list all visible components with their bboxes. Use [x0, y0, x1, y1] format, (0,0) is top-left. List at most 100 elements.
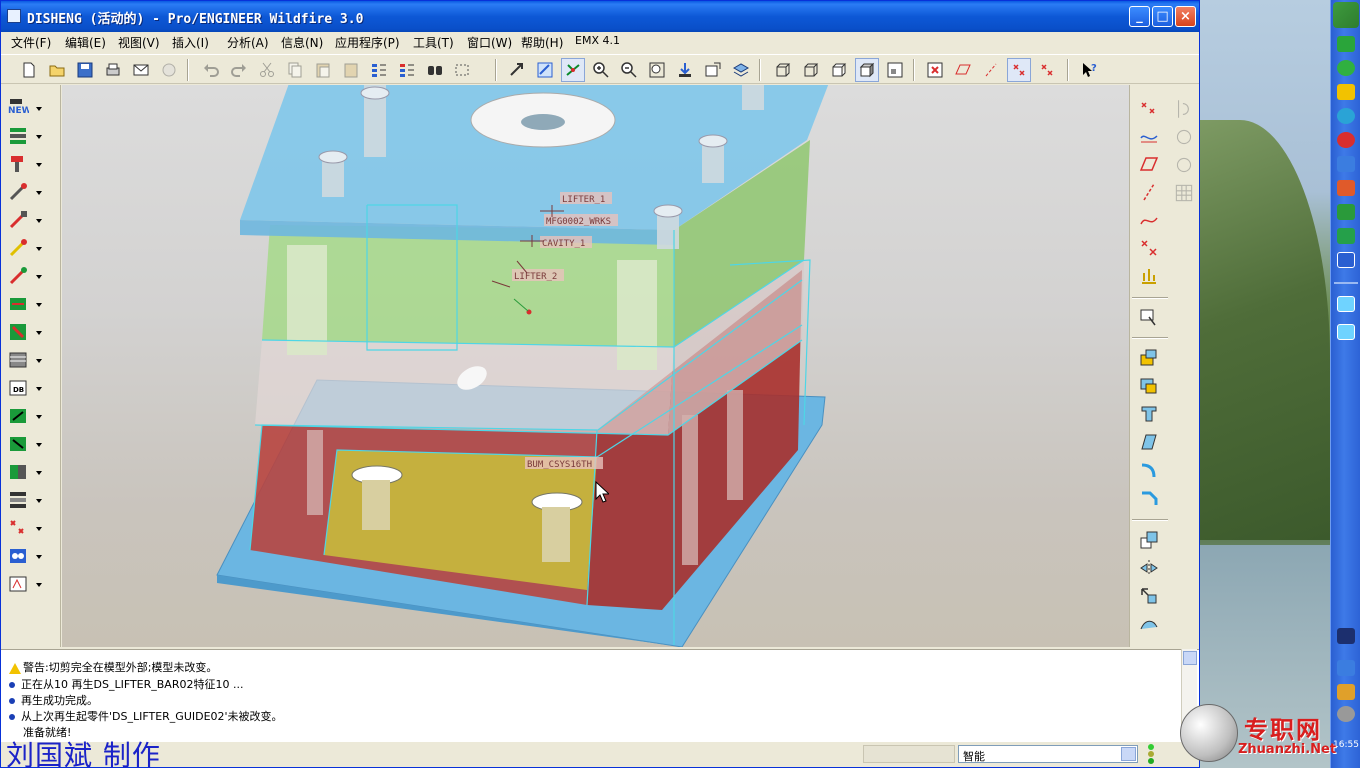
menu-file[interactable]: 文件(F) — [11, 34, 51, 51]
run-icon[interactable] — [1138, 307, 1162, 331]
sketched-curve-icon[interactable] — [1138, 125, 1162, 149]
menu-tools[interactable]: 工具(T) — [413, 34, 454, 51]
proe-task-icon-2[interactable] — [1337, 324, 1355, 340]
component-icon[interactable] — [7, 153, 33, 177]
ejector-pin-icon[interactable] — [7, 181, 33, 205]
slider-icon[interactable] — [7, 321, 33, 345]
datum-plane-icon[interactable] — [1138, 153, 1162, 177]
lifter-icon[interactable] — [7, 405, 33, 429]
blend-icon[interactable] — [1138, 431, 1162, 455]
csys-toggle-icon[interactable] — [1035, 58, 1059, 82]
find-icon[interactable] — [423, 58, 447, 82]
cut-icon[interactable] — [255, 58, 279, 82]
chevron-down-icon[interactable] — [36, 471, 42, 475]
stack-icon[interactable] — [7, 489, 33, 513]
app-tray-icon[interactable] — [1337, 180, 1355, 196]
coordinate-system-icon[interactable] — [1138, 237, 1162, 261]
no-hidden-icon[interactable] — [827, 58, 851, 82]
keyboard-icon[interactable] — [1337, 628, 1355, 644]
new-feature-icon[interactable]: NEW — [7, 97, 33, 121]
chevron-down-icon[interactable] — [36, 583, 42, 587]
sweep-icon[interactable] — [1138, 403, 1162, 427]
datum-disabled-icon-3[interactable] — [1172, 153, 1196, 177]
model-tree-icon[interactable] — [883, 58, 907, 82]
chevron-down-icon[interactable] — [36, 163, 42, 167]
chevron-down-icon[interactable] — [36, 499, 42, 503]
sketch-view-icon[interactable] — [533, 58, 557, 82]
move-icon[interactable] — [1138, 585, 1162, 609]
chevron-down-icon[interactable] — [36, 219, 42, 223]
wireframe-icon[interactable] — [771, 58, 795, 82]
surface-icon[interactable] — [1138, 613, 1162, 637]
chamfer-icon[interactable] — [1138, 487, 1162, 511]
menu-edit[interactable]: 编辑(E) — [65, 34, 106, 51]
datum-axis-toggle-icon[interactable] — [979, 58, 1003, 82]
datum-plane-toggle-icon[interactable] — [951, 58, 975, 82]
screw-icon[interactable] — [7, 209, 33, 233]
plate-icon[interactable] — [7, 349, 33, 373]
network-icon[interactable] — [1337, 156, 1355, 172]
security-icon[interactable] — [1337, 204, 1355, 220]
select-box-icon[interactable] — [451, 58, 475, 82]
dowel-icon[interactable] — [7, 237, 33, 261]
saved-views-icon[interactable] — [701, 58, 725, 82]
drawing-icon[interactable] — [7, 573, 33, 597]
db-icon[interactable]: DB — [7, 377, 33, 401]
selection-filter-select[interactable]: 智能 — [958, 745, 1138, 763]
paste-icon[interactable] — [311, 58, 335, 82]
repaint-icon[interactable] — [673, 58, 697, 82]
graphics-viewport[interactable]: LIFTER_1 MFG0002_WRKS CAVITY_1 LIFTER_2 … — [62, 85, 1129, 647]
datum-curve-icon[interactable] — [1138, 209, 1162, 233]
refit-icon[interactable] — [645, 58, 669, 82]
send-icon[interactable] — [157, 58, 181, 82]
menu-insert[interactable]: 插入(I) — [172, 34, 209, 51]
close-button[interactable]: × — [1175, 6, 1196, 27]
sprue-icon[interactable] — [7, 265, 33, 289]
zoom-out-icon[interactable] — [617, 58, 641, 82]
refresh-icon[interactable] — [1337, 60, 1355, 76]
datum-point-toggle-icon[interactable] — [1007, 58, 1031, 82]
bom-icon[interactable] — [7, 545, 33, 569]
pattern-icon[interactable] — [7, 517, 33, 541]
chevron-down-icon[interactable] — [36, 331, 42, 335]
chevron-down-icon[interactable] — [1121, 747, 1136, 761]
print-icon[interactable] — [101, 58, 125, 82]
chevron-down-icon[interactable] — [36, 415, 42, 419]
datum-disabled-icon-2[interactable] — [1172, 125, 1196, 149]
chevron-down-icon[interactable] — [36, 191, 42, 195]
close-window-icon[interactable] — [923, 58, 947, 82]
chevron-down-icon[interactable] — [36, 247, 42, 251]
warning-tray-icon[interactable] — [1337, 84, 1355, 100]
scroll-up-button[interactable] — [1183, 651, 1197, 665]
menu-analysis[interactable]: 分析(A) — [227, 34, 269, 51]
ie-icon[interactable] — [1337, 252, 1355, 268]
save-icon[interactable] — [73, 58, 97, 82]
datum-point-icon[interactable] — [1138, 97, 1162, 121]
slider-2-icon[interactable] — [7, 433, 33, 457]
chevron-down-icon[interactable] — [36, 555, 42, 559]
redo-icon[interactable] — [227, 58, 251, 82]
minimize-button[interactable]: _ — [1129, 6, 1150, 27]
new-file-icon[interactable] — [17, 58, 41, 82]
regenerate-icon[interactable] — [367, 58, 391, 82]
datum-disabled-icon[interactable] — [1172, 97, 1196, 121]
hidden-line-icon[interactable] — [799, 58, 823, 82]
globe-icon[interactable] — [1337, 108, 1355, 124]
spin-center-icon[interactable] — [561, 58, 585, 82]
open-folder-icon[interactable] — [45, 58, 69, 82]
proe-task-icon[interactable] — [1337, 296, 1355, 312]
chevron-down-icon[interactable] — [36, 359, 42, 363]
zoom-in-icon[interactable] — [589, 58, 613, 82]
chevron-down-icon[interactable] — [36, 275, 42, 279]
title-bar[interactable]: DISHENG (活动的) - Pro/ENGINEER Wildfire 3.… — [1, 1, 1199, 32]
chevron-down-icon[interactable] — [36, 527, 42, 531]
undo-icon[interactable] — [199, 58, 223, 82]
shading-icon[interactable] — [855, 58, 879, 82]
chevron-down-icon[interactable] — [36, 107, 42, 111]
app-icon[interactable] — [7, 9, 21, 23]
shield-icon[interactable] — [1337, 36, 1355, 52]
start-button[interactable] — [1333, 2, 1359, 28]
menu-info[interactable]: 信息(N) — [281, 34, 323, 51]
email-icon[interactable] — [129, 58, 153, 82]
mold-layout-icon[interactable] — [7, 125, 33, 149]
